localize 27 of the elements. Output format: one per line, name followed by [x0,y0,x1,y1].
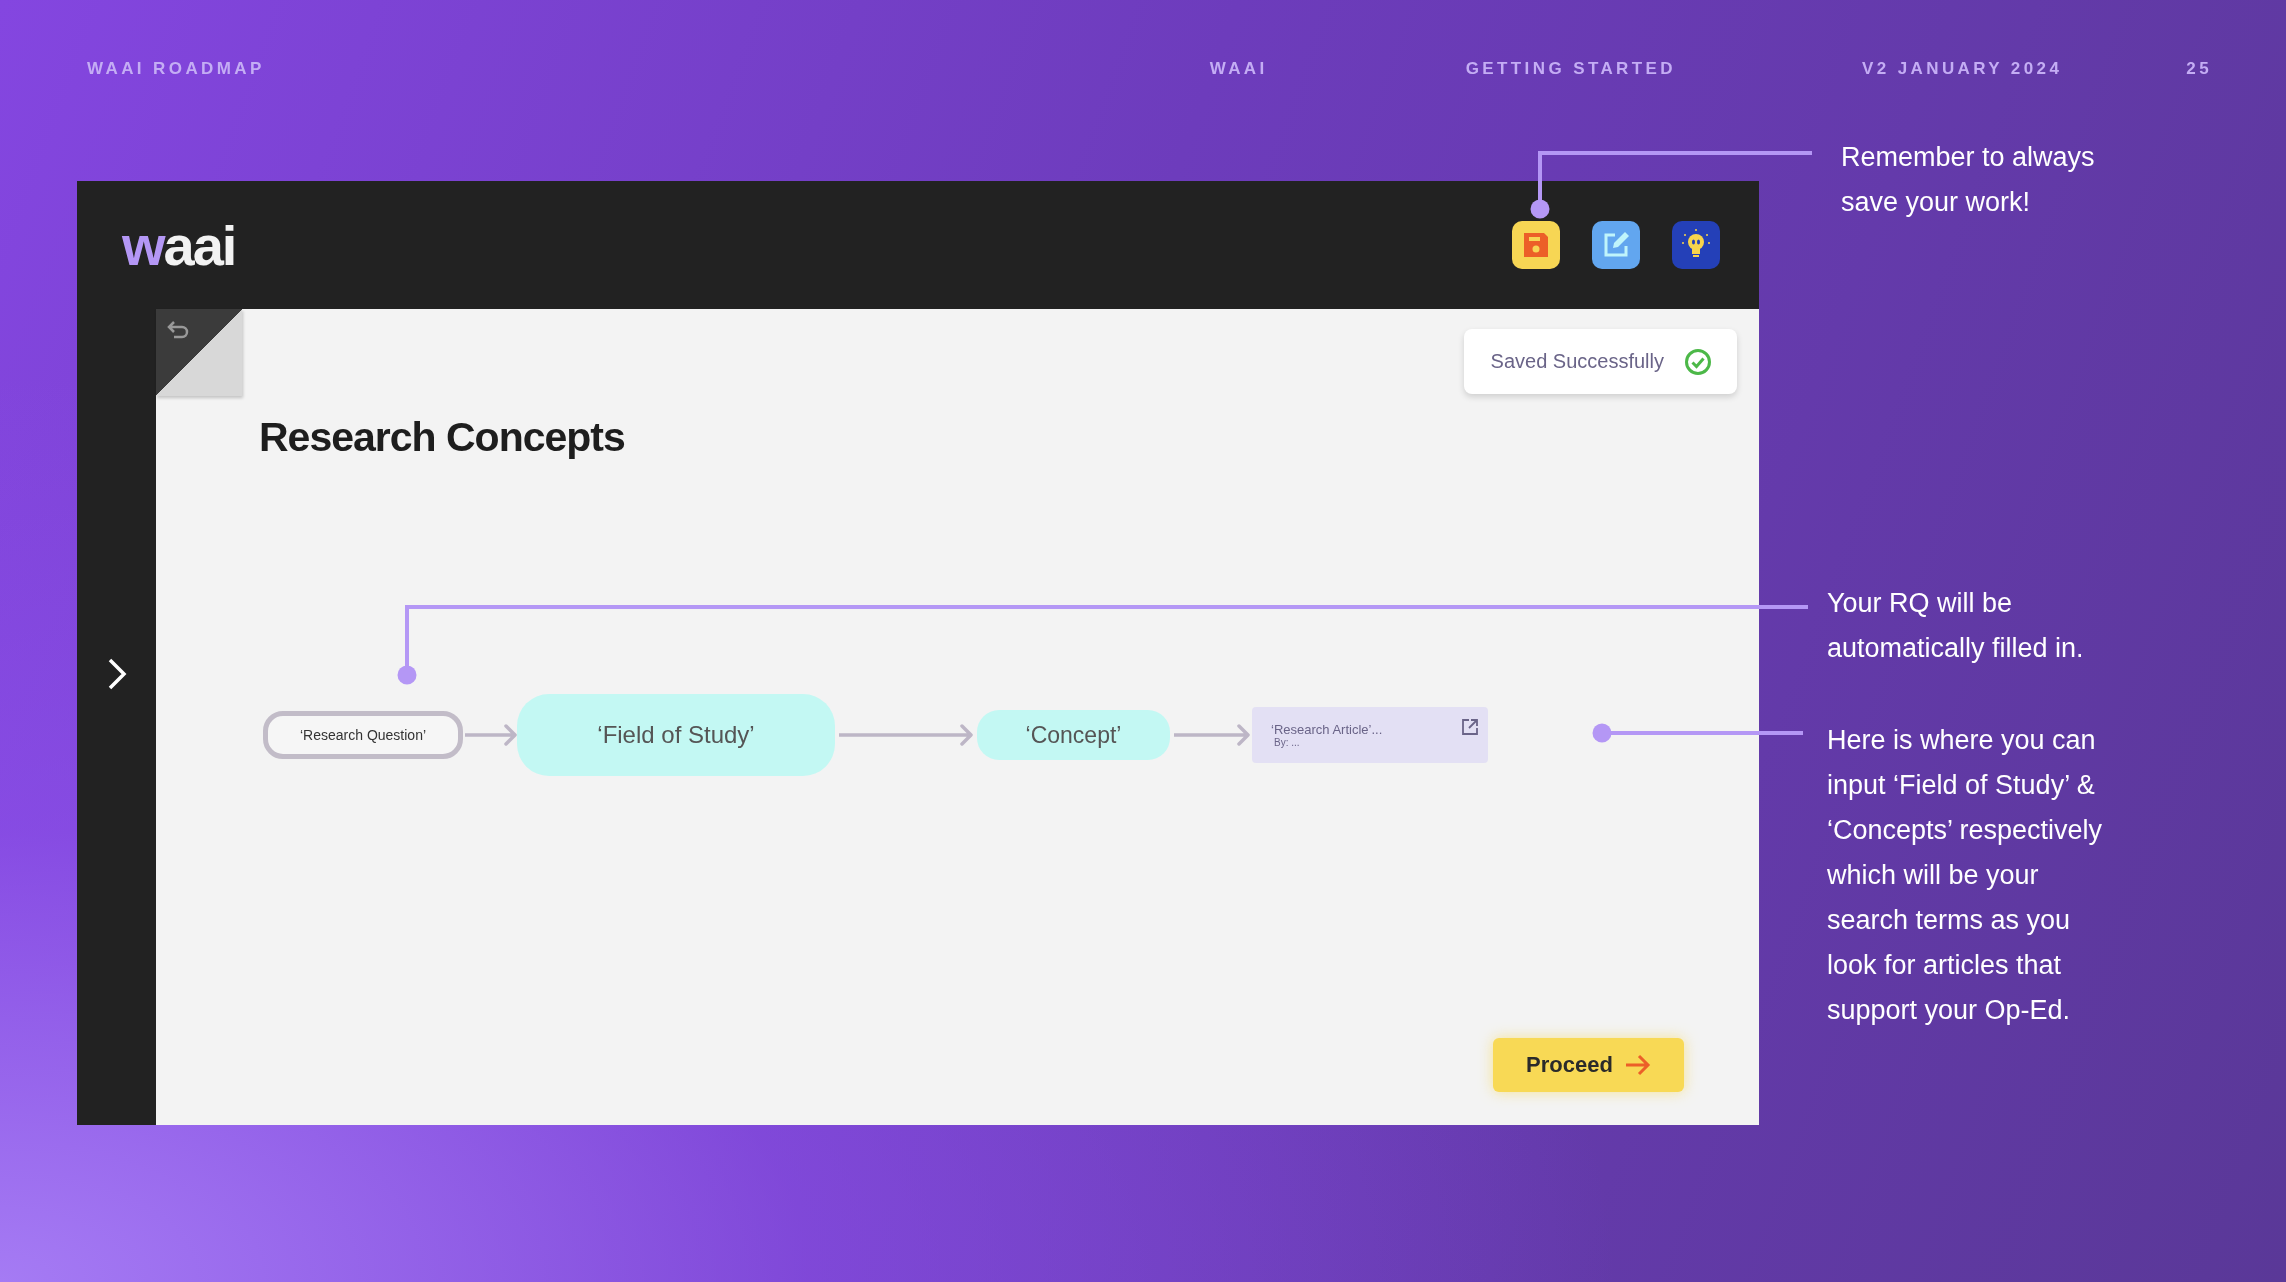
slide-header-text: V2 JANUARY 2024 [1861,59,2063,79]
external-link-icon[interactable] [1461,718,1479,736]
back-button[interactable] [156,309,242,396]
arrow-right-icon [1624,1054,1651,1076]
check-circle-icon [1684,347,1712,376]
slide-header-text: GETTING STARTED [1465,59,1676,79]
proceed-button[interactable]: Proceed [1493,1038,1684,1092]
flow-arrow [465,724,517,746]
callout-text: Here is where you can input ‘Field of Study’ & ‘Concepts’ respectively which will be your search terms as you look for articles that support your Op-Ed. [1827,724,2103,1027]
article-card[interactable]: ‘Research Article’... By: ... [1252,707,1488,763]
article-byline: By: ... [1274,737,1300,748]
page-title: Research Concepts [259,414,626,461]
callout-text: Remember to always save your work! [1841,141,2096,219]
app-logo: waai [122,212,237,278]
slide-header-text: 25 [2186,59,2212,79]
lightbulb-button[interactable] [1672,221,1720,269]
slide-header-text: WAAI ROADMAP [87,59,265,79]
field-of-study-node[interactable]: ‘Field of Study’ [517,694,835,776]
research-question-node: ‘Research Question’ [263,711,463,759]
slide-header-text: WAAI [1209,59,1268,79]
callout-text: Your RQ will be automatically filled in. [1827,587,2085,665]
article-title: ‘Research Article’... [1271,722,1383,737]
save-button[interactable] [1512,221,1560,269]
save-icon [1522,231,1550,259]
edit-button[interactable] [1592,221,1640,269]
concept-node[interactable]: ‘Concept’ [977,710,1170,760]
toast-message: Saved Successfully [1490,350,1664,373]
